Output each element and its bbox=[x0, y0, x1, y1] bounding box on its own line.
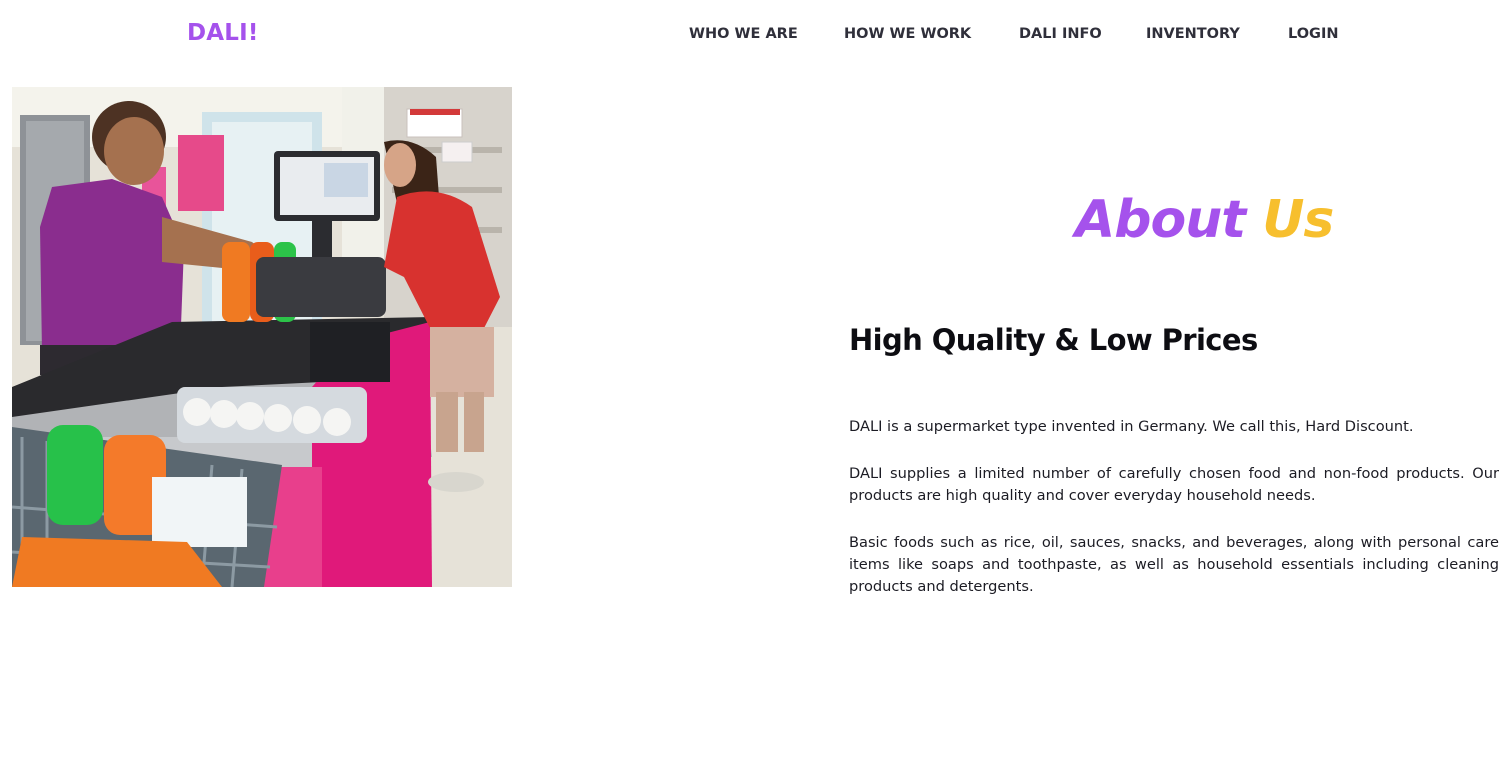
nav-item-inventory[interactable]: INVENTORY bbox=[1146, 26, 1240, 42]
us-word: Us bbox=[1262, 190, 1334, 250]
about-word: About bbox=[1075, 190, 1246, 250]
brand-logo[interactable]: DALI! bbox=[187, 20, 259, 46]
about-paragraph-2: DALI supplies a limited number of carefu… bbox=[849, 465, 1499, 504]
nav-item-how-we-work[interactable]: HOW WE WORK bbox=[844, 26, 971, 42]
about-paragraph-1: DALI is a supermarket type invented in G… bbox=[849, 418, 1414, 435]
about-us-heading: About Us bbox=[1075, 190, 1334, 250]
about-paragraph-3: Basic foods such as rice, oil, sauces, s… bbox=[849, 534, 1499, 595]
checkout-photo bbox=[12, 87, 512, 587]
navbar: DALI! WHO WE ARE HOW WE WORK DALI INFO I… bbox=[0, 0, 1511, 72]
nav-item-who-we-are[interactable]: WHO WE ARE bbox=[689, 26, 798, 42]
section-subheading: High Quality & Low Prices bbox=[849, 323, 1258, 357]
nav-item-dali-info[interactable]: DALI INFO bbox=[1019, 26, 1102, 42]
nav-item-login[interactable]: LOGIN bbox=[1288, 26, 1338, 42]
